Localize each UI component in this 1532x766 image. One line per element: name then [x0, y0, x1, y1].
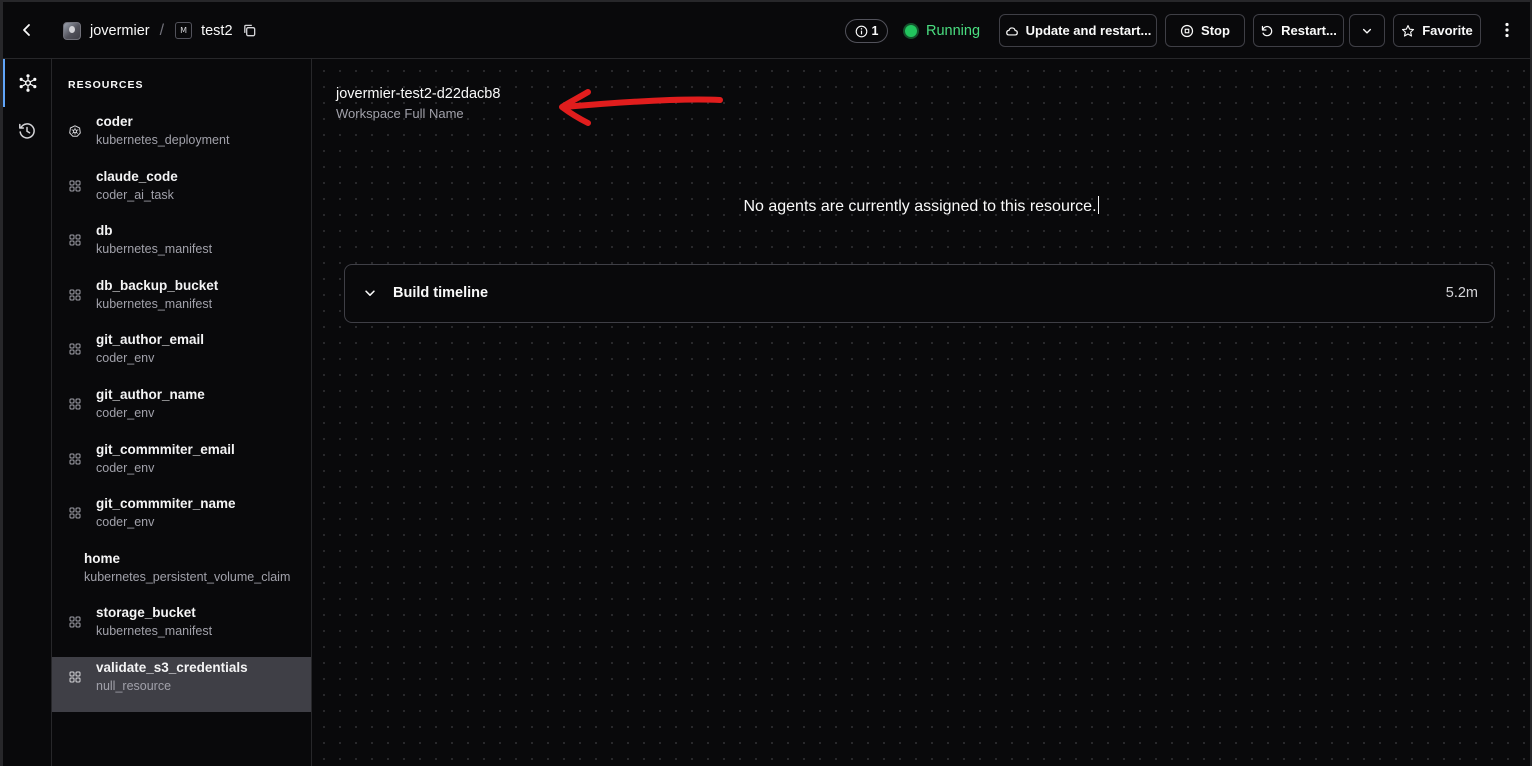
back-button[interactable] [13, 16, 41, 44]
more-options-button[interactable] [1497, 16, 1517, 44]
resource-item-db-backup-bucket[interactable]: db_backup_bucket kubernetes_manifest [52, 275, 311, 330]
resource-name: git_author_email [96, 332, 205, 348]
resource-type: coder_env [96, 515, 155, 530]
avatar [63, 21, 81, 40]
widget-icon [69, 180, 81, 192]
rail-item-resources[interactable] [3, 59, 51, 107]
copy-icon[interactable] [242, 23, 257, 38]
stop-button[interactable]: Stop [1165, 14, 1245, 47]
workspace-full-name-label: Workspace Full Name [336, 106, 464, 121]
chevron-left-icon [23, 24, 30, 36]
widget-icon [69, 398, 81, 410]
resource-item-git-author-name[interactable]: git_author_name coder_env [52, 384, 311, 439]
breadcrumb-separator: / [159, 21, 165, 39]
status-text: Running [926, 23, 981, 39]
resource-name: coder [96, 114, 133, 129]
status-dot [905, 25, 917, 37]
build-timeline-panel[interactable]: Build timeline 5.2m [344, 264, 1495, 323]
star-icon [1402, 24, 1415, 37]
resource-name: validate_s3_credentials [96, 659, 248, 675]
resource-name: git_author_name [96, 386, 205, 402]
resource-item-db[interactable]: db kubernetes_manifest [52, 220, 311, 275]
resource-type: coder_env [96, 405, 155, 420]
favorite-button[interactable]: Favorite [1393, 14, 1481, 47]
resources-sidebar: RESOURCES coder kubernetes_deployment cl… [52, 59, 312, 766]
resource-type: kubernetes_manifest [96, 624, 213, 639]
chevron-down-icon [1362, 28, 1372, 34]
widget-icon [69, 507, 81, 519]
widget-icon [69, 616, 81, 628]
resource-type: coder_env [96, 460, 155, 475]
notifications-pill[interactable]: 1 [845, 19, 888, 43]
resource-item-git-author-email[interactable]: git_author_email coder_env [52, 329, 311, 384]
resource-type: kubernetes_manifest [96, 296, 213, 311]
resource-item-storage-bucket[interactable]: storage_bucket kubernetes_manifest [52, 602, 311, 657]
resource-name: git_commmiter_name [96, 496, 236, 512]
resource-item-git-commmiter-name[interactable]: git_commmiter_name coder_env [52, 493, 311, 548]
resource-item-validate-s3-credentials[interactable]: validate_s3_credentials null_resource [52, 656, 311, 712]
resource-type: kubernetes_deployment [96, 133, 230, 147]
resource-item-claude-code[interactable]: claude_code coder_ai_task [52, 166, 311, 221]
build-timeline-duration: 5.2m [1445, 285, 1478, 301]
notifications-count: 1 [871, 24, 879, 38]
workspace-full-name-value: jovermier-test2-d22dacb8 [336, 86, 501, 102]
left-rail [3, 59, 52, 766]
cloud-icon [1005, 26, 1018, 36]
widget-icon [69, 234, 81, 246]
widget-icon [69, 671, 81, 683]
restart-button[interactable]: Restart... [1253, 14, 1344, 47]
breadcrumb: jovermier / M test2 [63, 2, 257, 59]
text-cursor [1097, 196, 1099, 214]
resource-item-home[interactable]: home kubernetes_persistent_volume_claim [52, 548, 311, 603]
resource-list: coder kubernetes_deployment claude_code … [52, 111, 311, 712]
chevron-down-icon [365, 290, 375, 296]
resource-type: coder_env [96, 351, 155, 366]
resource-item-git-commmiter-email[interactable]: git_commmiter_email coder_env [52, 439, 311, 494]
template-icon: M [175, 22, 193, 39]
history-icon [19, 123, 35, 139]
widget-icon [69, 289, 81, 301]
info-icon [855, 25, 867, 37]
owner-link[interactable]: jovermier [90, 23, 150, 39]
main-panel: jovermier-test2-d22dacb8 Workspace Full … [312, 59, 1530, 766]
rail-item-history[interactable] [3, 107, 51, 155]
resource-name: db [96, 223, 113, 239]
restart-icon [1262, 25, 1273, 36]
favorite-button-label: Favorite [1422, 23, 1473, 38]
kubernetes-icon [69, 125, 81, 137]
widget-icon [69, 343, 81, 355]
resource-type: coder_ai_task [96, 187, 174, 202]
no-agents-message: No agents are currently assigned to this… [312, 196, 1530, 216]
resource-item-coder[interactable]: coder kubernetes_deployment [52, 111, 311, 166]
resource-name: db_backup_bucket [96, 277, 219, 293]
annotation-arrow-icon [559, 89, 723, 126]
kebab-menu-icon [1505, 22, 1509, 38]
resource-name: home [84, 550, 121, 566]
resource-type: kubernetes_manifest [96, 242, 213, 257]
resources-graph-icon [19, 74, 37, 92]
resource-type: kubernetes_persistent_volume_claim [84, 569, 291, 584]
update-and-restart-button[interactable]: Update and restart... [999, 14, 1157, 47]
status-badge: Running [905, 19, 980, 43]
workspace-name[interactable]: test2 [201, 23, 232, 39]
top-bar: jovermier / M test2 1 Running Update and… [3, 2, 1530, 59]
update-button-label: Update and restart... [1025, 23, 1152, 38]
resource-name: claude_code [96, 168, 178, 184]
restart-button-label: Restart... [1281, 23, 1337, 38]
no-agents-text: No agents are currently assigned to this… [743, 198, 1097, 215]
stop-button-label: Stop [1201, 23, 1230, 38]
build-timeline-title: Build timeline [393, 285, 489, 301]
sidebar-title: RESOURCES [68, 79, 144, 91]
resource-name: storage_bucket [96, 605, 196, 621]
restart-options-dropdown[interactable] [1349, 14, 1385, 47]
resource-name: git_commmiter_email [96, 441, 235, 457]
resource-type: null_resource [96, 678, 172, 693]
stop-circle-icon [1180, 24, 1194, 37]
widget-icon [69, 453, 81, 465]
